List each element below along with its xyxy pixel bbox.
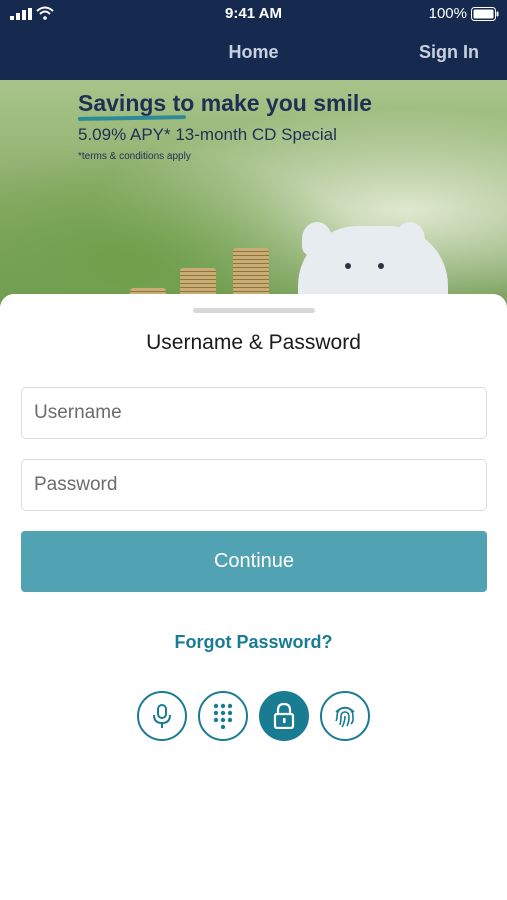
pin-auth-button[interactable]	[198, 691, 248, 741]
forgot-password-link[interactable]: Forgot Password?	[0, 632, 507, 653]
username-input[interactable]	[22, 388, 486, 438]
battery-percentage: 100%	[428, 5, 467, 22]
sheet-title: Username & Password	[146, 331, 361, 354]
fingerprint-icon	[335, 706, 355, 728]
banner-title-emphasis: Savings	[78, 90, 167, 116]
banner-title: Savings to make you smile	[78, 90, 372, 117]
piggy-ear	[302, 222, 332, 256]
keypad-icon	[213, 703, 233, 729]
banner-terms: *terms & conditions apply	[78, 151, 191, 162]
piggy-ear	[395, 222, 425, 256]
piggy-eye	[378, 263, 384, 269]
password-field[interactable]	[21, 459, 487, 511]
voice-auth-button[interactable]	[137, 691, 187, 741]
microphone-icon	[153, 704, 171, 728]
continue-button[interactable]: Continue	[21, 531, 487, 592]
status-bar: 9:41 AM 100%	[0, 0, 507, 28]
banner-underline	[77, 115, 187, 121]
banner-subtitle: 5.09% APY* 13-month CD Special	[78, 125, 337, 144]
password-input[interactable]	[22, 460, 486, 510]
lock-icon	[273, 703, 295, 729]
sheet-grabber[interactable]	[193, 308, 315, 313]
username-field[interactable]	[21, 387, 487, 439]
password-auth-button[interactable]	[259, 691, 309, 741]
battery-icon	[471, 7, 499, 21]
fingerprint-auth-button[interactable]	[320, 691, 370, 741]
login-sheet: Username & Password Continue Forgot Pass…	[0, 294, 507, 900]
top-bar: 9:41 AM 100% Home Sign In	[0, 0, 507, 80]
piggy-eye	[345, 263, 351, 269]
banner-title-rest: to make you smile	[166, 90, 373, 116]
nav-sign-in-link[interactable]: Sign In	[419, 42, 479, 63]
